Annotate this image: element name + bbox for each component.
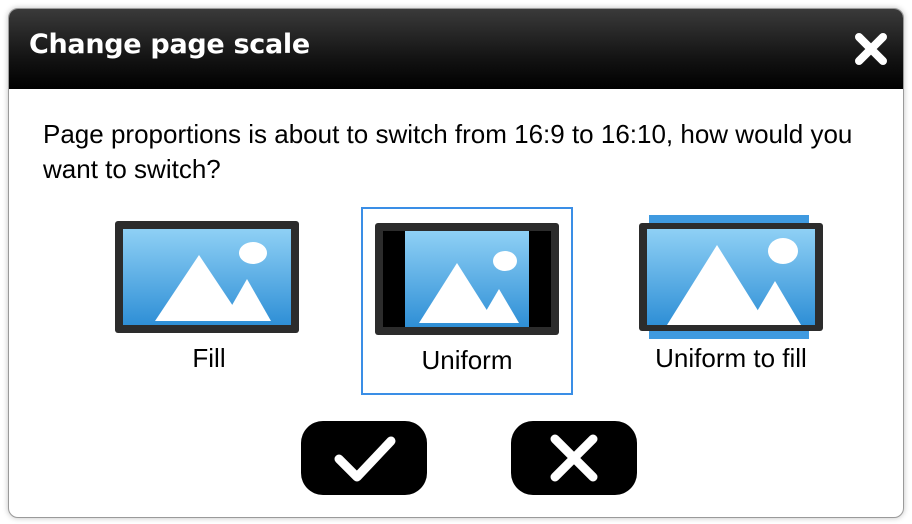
close-icon [855,33,887,65]
option-uniform-to-fill[interactable]: Uniform to fill [625,207,837,395]
dialog-message: Page proportions is about to switch from… [43,119,853,184]
option-uniform-to-fill-label: Uniform to fill [655,343,807,373]
option-uniform[interactable]: Uniform [361,207,573,395]
dialog-title: Change page scale [29,29,310,60]
checkmark-icon [334,436,396,482]
close-button[interactable] [853,31,889,67]
uniform-scale-icon [375,223,559,335]
uniform-to-fill-scale-icon [639,215,823,339]
option-fill-label: Fill [192,343,226,373]
change-page-scale-dialog: Change page scale Page proportions is ab… [8,8,904,518]
fill-scale-icon [115,221,299,333]
option-fill[interactable]: Fill [109,207,309,395]
x-icon [550,434,598,482]
confirm-button[interactable] [301,421,427,495]
option-uniform-label: Uniform [421,345,513,375]
title-bar: Change page scale [9,9,903,89]
cancel-button[interactable] [511,421,637,495]
